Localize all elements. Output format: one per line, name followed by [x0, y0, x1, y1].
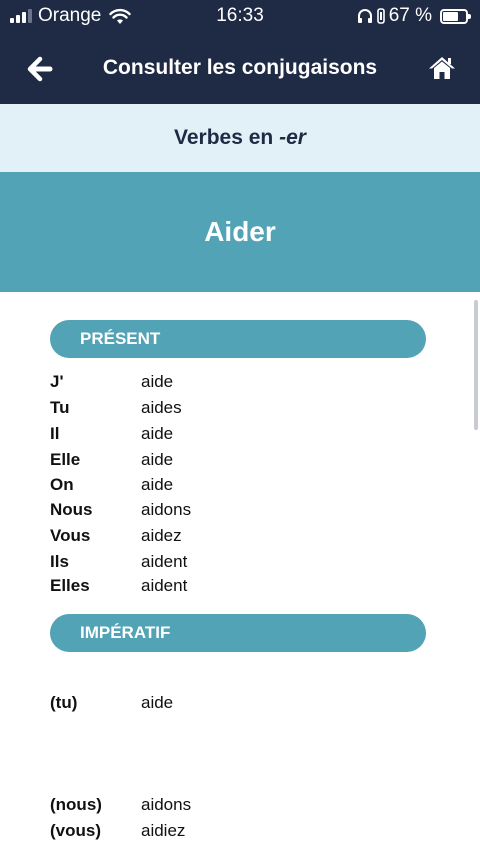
pronoun: (nous) — [50, 795, 102, 814]
status-right: 67 % — [357, 5, 471, 27]
battery-percent: 67 % — [388, 5, 432, 26]
verb-group-prefix: Verbes en — [174, 126, 280, 149]
verb-group-suffix: -er — [279, 126, 306, 149]
verb-form: aide — [141, 693, 174, 712]
verb-group-header: Verbes en -er — [0, 104, 480, 172]
pronoun: Vous — [50, 526, 91, 545]
pronoun: Ils — [50, 552, 69, 571]
page-title: Consulter les conjugaisons — [102, 56, 378, 79]
nav-bar: Consulter les conjugaisons — [0, 34, 480, 104]
battery-icon — [440, 8, 471, 24]
pronoun: (tu) — [50, 693, 78, 712]
pronoun: Tu — [50, 398, 70, 417]
conjugation-list[interactable]: PRÉSENT J' aide Tu aides Il aide Elle ai… — [0, 292, 480, 853]
pronoun: On — [50, 475, 74, 494]
pronoun: J' — [50, 372, 64, 391]
verb-form: aide — [141, 450, 174, 469]
pronoun: Nous — [50, 500, 93, 519]
tense-header-imperatif: IMPÉRATIF — [50, 614, 426, 652]
tense-header-present: PRÉSENT — [50, 320, 426, 358]
verb-form: aident — [141, 576, 188, 595]
verb-form: aides — [141, 398, 182, 417]
pronoun: Elle — [50, 450, 81, 469]
home-icon[interactable] — [428, 55, 456, 81]
orientation-lock-icon — [376, 8, 385, 24]
verb-form: aidiez — [141, 821, 186, 840]
verb-form: aidez — [141, 526, 182, 545]
pronoun: (vous) — [50, 821, 101, 840]
pronoun: Elles — [50, 576, 90, 595]
verb-title: Aider — [0, 172, 480, 292]
pronoun: Il — [50, 424, 60, 443]
verb-form: aident — [141, 552, 188, 571]
headphones-icon — [357, 9, 372, 23]
scrollbar[interactable] — [474, 300, 478, 430]
verb-form: aidons — [141, 795, 192, 814]
verb-form: aide — [141, 475, 174, 494]
verb-form: aide — [141, 424, 174, 443]
battery-level — [443, 11, 458, 21]
status-bar: Orange 16:33 67 % — [0, 0, 480, 34]
verb-form: aide — [141, 372, 174, 391]
verb-form: aidons — [141, 500, 192, 519]
